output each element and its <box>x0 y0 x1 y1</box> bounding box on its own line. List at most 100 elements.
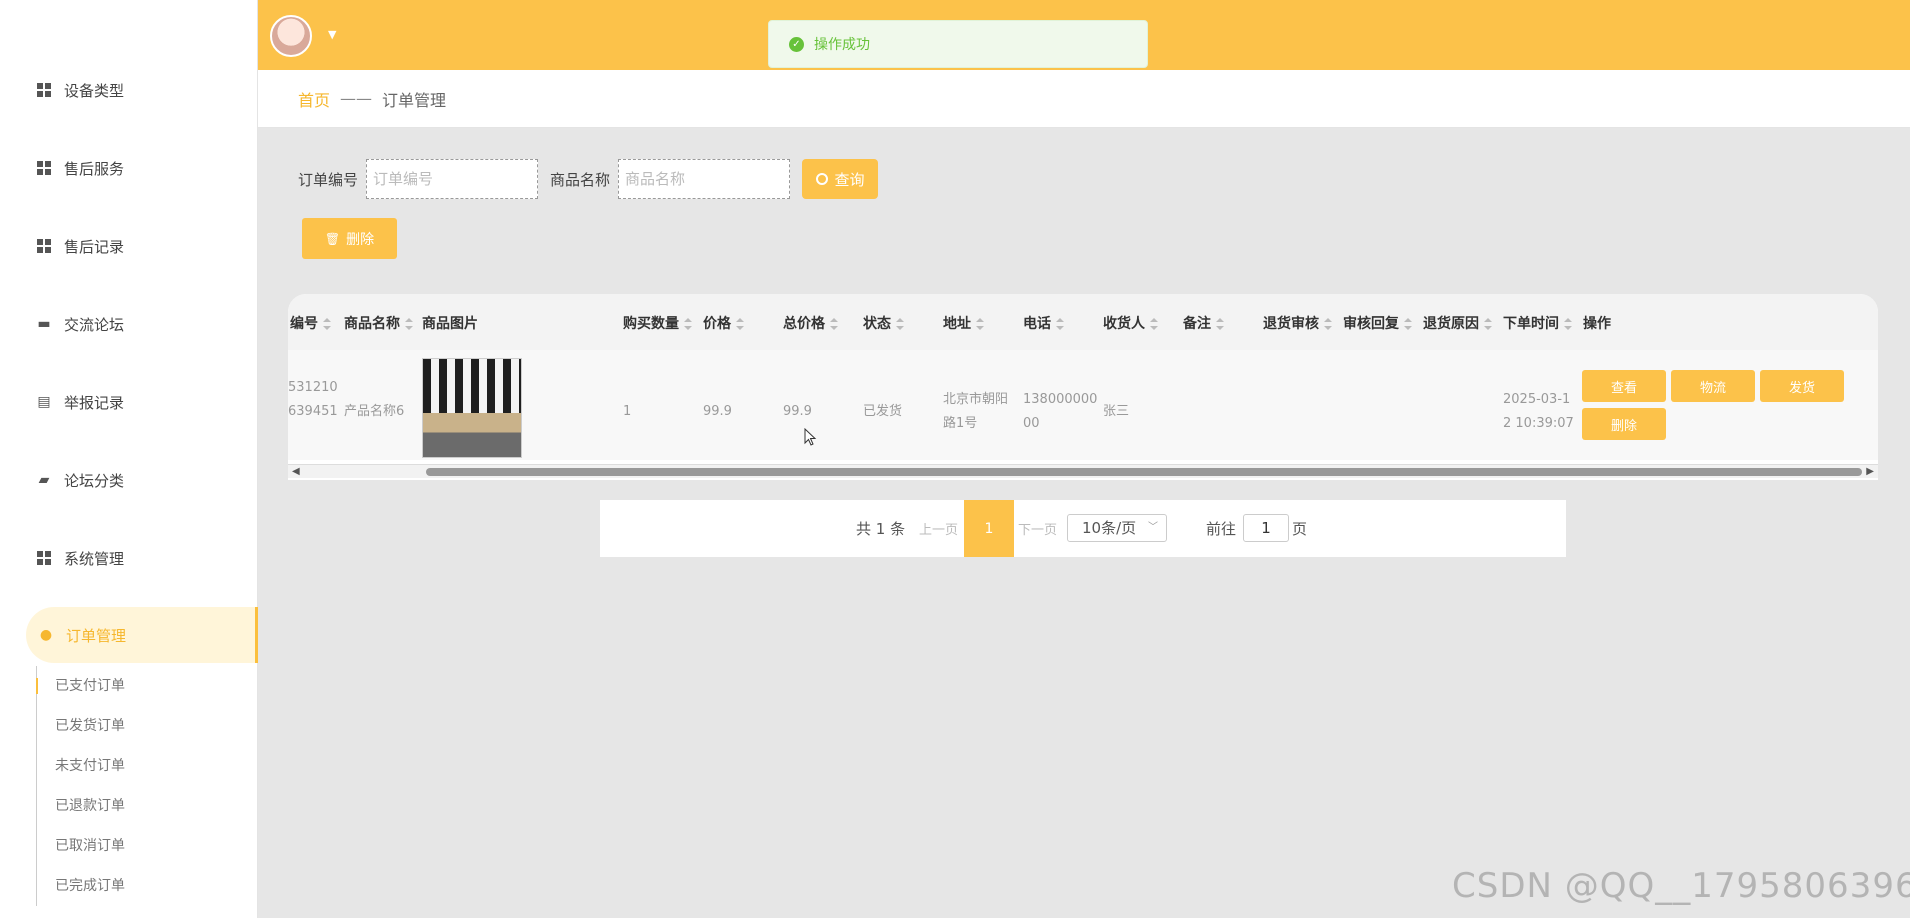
sort-icon[interactable] <box>405 318 413 330</box>
goto-page-input[interactable] <box>1243 514 1289 542</box>
sort-icon[interactable] <box>830 318 838 330</box>
sidebar-item-label: 设备类型 <box>64 81 125 100</box>
sort-icon[interactable] <box>1150 318 1158 330</box>
watermark: CSDN @QQ__1795806396 <box>1452 866 1910 906</box>
trash-icon: 🗑 <box>324 231 341 246</box>
breadcrumb-separator: —— <box>340 89 373 108</box>
col-product-name[interactable]: 商品名称 <box>344 313 413 333</box>
clipboard-icon: ▤ <box>37 394 51 410</box>
user-icon: ● <box>39 627 53 643</box>
col-order-no[interactable]: 编号 <box>290 313 331 333</box>
sidebar-item-device-types[interactable]: 设备类型 <box>0 65 256 115</box>
submenu-shipped-orders[interactable]: 已发货订单 <box>37 706 256 746</box>
cell-order-time: 2025-03-1 2 10:39:07 <box>1503 392 1574 431</box>
sort-icon[interactable] <box>1404 318 1412 330</box>
col-quantity[interactable]: 购买数量 <box>623 313 692 333</box>
submenu-completed-orders[interactable]: 已完成订单 <box>37 866 256 906</box>
ship-button[interactable]: 发货 <box>1760 370 1844 402</box>
col-actions: 操作 <box>1583 316 1611 332</box>
sidebar-item-label: 交流论坛 <box>64 315 125 334</box>
sort-icon[interactable] <box>736 318 744 330</box>
cell-address: 北京市朝阳 路1号 <box>943 392 1009 431</box>
page-number-current[interactable]: 1 <box>964 500 1014 557</box>
submenu-unpaid-orders[interactable]: 未支付订单 <box>37 746 256 786</box>
col-receiver[interactable]: 收货人 <box>1103 313 1158 333</box>
view-button[interactable]: 查看 <box>1582 370 1666 402</box>
cell-status: 已发货 <box>863 404 903 419</box>
cell-product-name: 产品名称6 <box>344 404 405 419</box>
batch-delete-label: 删除 <box>346 230 375 247</box>
table-header: 编号 商品名称 商品图片 购买数量 价格 总价格 状态 地址 电话 收货人 备注… <box>288 294 1878 350</box>
query-button[interactable]: 查询 <box>802 159 879 199</box>
horizontal-scrollbar[interactable]: ◀ ▶ <box>288 464 1878 478</box>
orders-table: 编号 商品名称 商品图片 购买数量 价格 总价格 状态 地址 电话 收货人 备注… <box>288 294 1878 480</box>
toast-message: 操作成功 <box>814 37 870 53</box>
page-size-select[interactable]: 10条/页 ﹀ <box>1067 514 1167 542</box>
col-status[interactable]: 状态 <box>863 313 904 333</box>
sort-icon[interactable] <box>896 318 904 330</box>
order-no-label: 订单编号 <box>298 170 359 189</box>
sidebar-item-label: 举报记录 <box>64 393 125 412</box>
wallet-icon: ▰ <box>38 472 50 488</box>
col-return-review[interactable]: 退货审核 <box>1263 313 1332 333</box>
sidebar-item-order-management[interactable]: ● 订单管理 <box>26 607 258 663</box>
caret-down-icon[interactable]: ▼ <box>328 28 336 41</box>
sidebar-item-forum[interactable]: ▬ 交流论坛 <box>0 299 256 349</box>
product-image[interactable] <box>422 358 522 458</box>
forum-icon: ▬ <box>37 316 51 332</box>
grid-icon <box>36 550 52 566</box>
submenu-cancelled-orders[interactable]: 已取消订单 <box>37 826 256 866</box>
breadcrumb-home[interactable]: 首页 <box>298 87 330 111</box>
sort-icon[interactable] <box>1056 318 1064 330</box>
col-price[interactable]: 价格 <box>703 313 744 333</box>
goto-label: 前往 <box>1206 520 1237 538</box>
batch-delete-button[interactable]: 🗑 删除 <box>302 218 397 259</box>
logistics-button[interactable]: 物流 <box>1671 370 1755 402</box>
col-return-reason[interactable]: 退货原因 <box>1423 313 1492 333</box>
order-no-input[interactable] <box>366 159 539 199</box>
sort-icon[interactable] <box>1324 318 1332 330</box>
col-remark[interactable]: 备注 <box>1183 313 1224 333</box>
pagination-total: 共 1 条 <box>856 520 906 538</box>
chevron-down-icon: ﹀ <box>1148 522 1158 533</box>
cell-order-no: 531210 639451 <box>288 380 338 419</box>
cell-price: 99.9 <box>703 404 732 419</box>
submenu-paid-orders[interactable]: 已支付订单 <box>36 666 256 706</box>
prev-page-button[interactable]: 上一页 <box>919 519 958 538</box>
sort-icon[interactable] <box>1564 318 1572 330</box>
sort-icon[interactable] <box>684 318 692 330</box>
sidebar-item-after-sales[interactable]: 售后服务 <box>0 143 256 193</box>
sidebar-item-after-sales-records[interactable]: 售后记录 <box>0 221 256 271</box>
cell-receiver: 张三 <box>1103 404 1130 419</box>
cell-quantity: 1 <box>623 404 632 419</box>
order-submenu: 已支付订单 已发货订单 未支付订单 已退款订单 已取消订单 已完成订单 <box>36 666 256 906</box>
query-button-label: 查询 <box>834 171 865 189</box>
pagination: 共 1 条 上一页 1 下一页 10条/页 ﹀ 前往 页 <box>600 500 1566 557</box>
sidebar-item-system-management[interactable]: 系统管理 <box>0 533 256 583</box>
cell-total: 99.9 <box>783 404 812 419</box>
sort-icon[interactable] <box>1216 318 1224 330</box>
sidebar-item-forum-categories[interactable]: ▰ 论坛分类 <box>0 455 256 505</box>
col-order-time[interactable]: 下单时间 <box>1503 313 1572 333</box>
next-page-button[interactable]: 下一页 <box>1018 519 1057 538</box>
scroll-right-icon[interactable]: ▶ <box>1866 466 1874 477</box>
product-name-input[interactable] <box>618 159 791 199</box>
sort-icon[interactable] <box>1484 318 1492 330</box>
col-product-image: 商品图片 <box>422 316 478 332</box>
col-phone[interactable]: 电话 <box>1023 313 1064 333</box>
submenu-refunded-orders[interactable]: 已退款订单 <box>37 786 256 826</box>
col-address[interactable]: 地址 <box>943 313 984 333</box>
sidebar-item-label: 论坛分类 <box>64 471 125 490</box>
sort-icon[interactable] <box>323 318 331 330</box>
cell-phone: 138000000 00 <box>1023 392 1098 431</box>
scroll-left-icon[interactable]: ◀ <box>292 466 300 477</box>
col-review-reply[interactable]: 审核回复 <box>1343 313 1412 333</box>
avatar[interactable] <box>270 15 312 57</box>
scrollbar-thumb[interactable] <box>426 468 1862 476</box>
delete-row-button[interactable]: 删除 <box>1582 408 1666 440</box>
goto-unit: 页 <box>1292 520 1308 538</box>
sort-icon[interactable] <box>976 318 984 330</box>
col-total[interactable]: 总价格 <box>783 313 838 333</box>
sidebar-item-report-records[interactable]: ▤ 举报记录 <box>0 377 256 427</box>
grid-icon <box>36 82 52 98</box>
